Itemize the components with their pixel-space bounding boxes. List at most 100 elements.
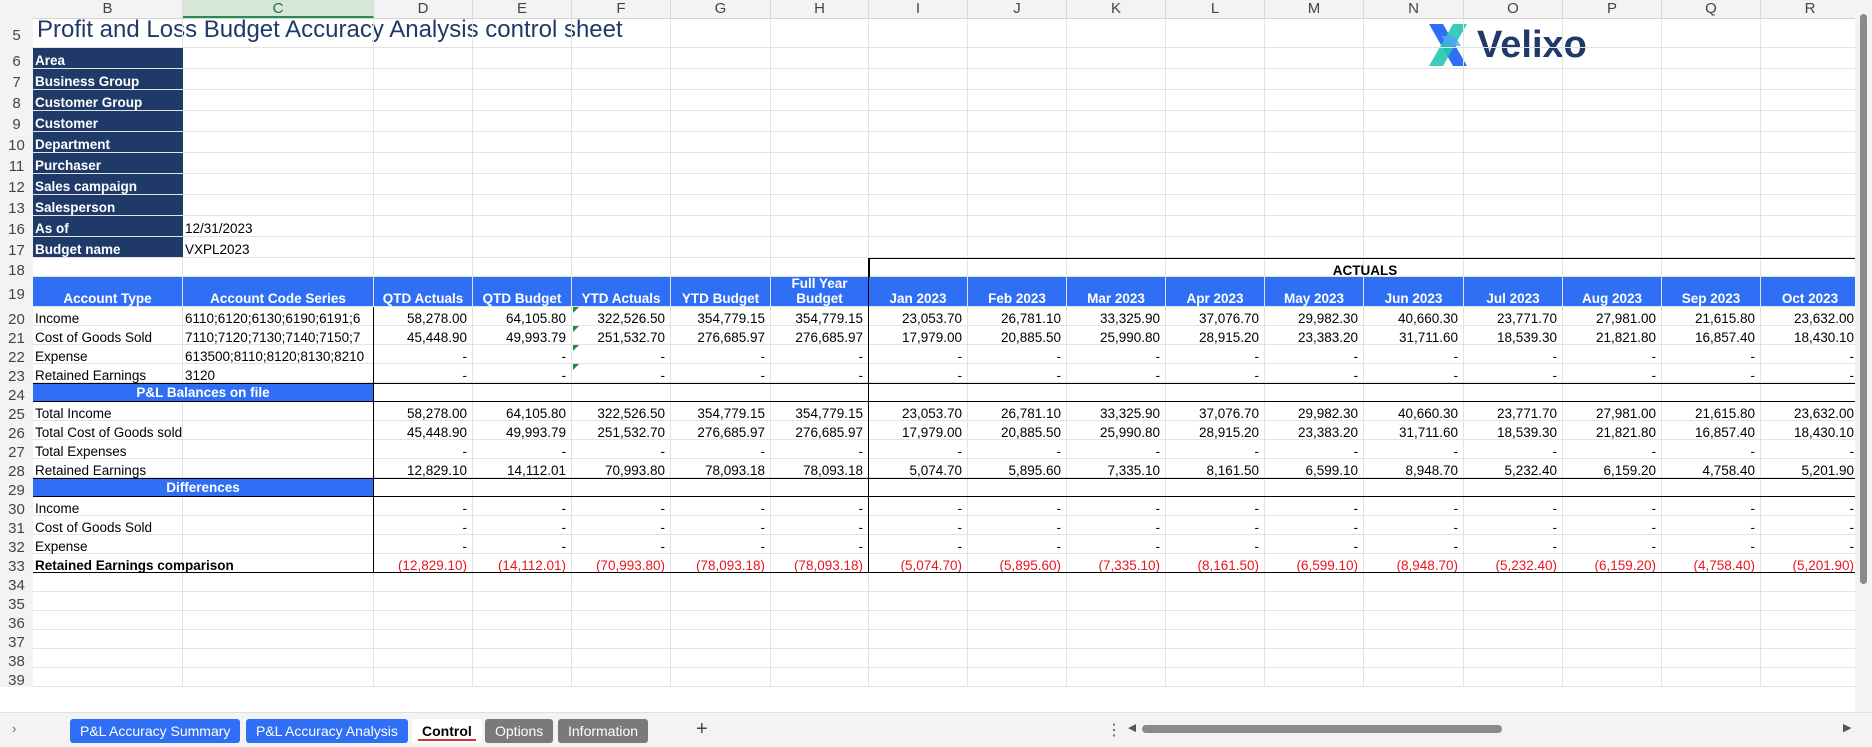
difference-value[interactable]: - xyxy=(1563,497,1662,516)
difference-value[interactable]: - xyxy=(374,516,473,535)
as-of-value[interactable]: 12/31/2023 xyxy=(183,216,374,237)
row-header-18[interactable]: 18 xyxy=(0,258,33,279)
column-header-l[interactable]: L xyxy=(1166,0,1265,18)
account-value[interactable]: - xyxy=(1563,364,1662,383)
difference-value[interactable]: (7,335.10) xyxy=(1067,554,1166,573)
row-header-11[interactable]: 11 xyxy=(0,153,33,175)
difference-value[interactable]: (78,093.18) xyxy=(771,554,869,573)
account-value[interactable]: - xyxy=(1364,364,1464,383)
row-header-17[interactable]: 17 xyxy=(0,237,33,259)
horizontal-scroll-thumb[interactable] xyxy=(1142,725,1502,733)
difference-value[interactable]: - xyxy=(473,497,572,516)
account-value[interactable]: - xyxy=(1265,345,1364,364)
row-header-6[interactable]: 6 xyxy=(0,48,33,70)
sheet-tab-information[interactable]: Information xyxy=(558,719,649,743)
column-header-j[interactable]: J xyxy=(968,0,1067,18)
filter-value-input[interactable] xyxy=(183,69,374,90)
column-header-e[interactable]: E xyxy=(473,0,572,18)
balance-value[interactable]: - xyxy=(1662,440,1761,459)
account-value[interactable]: 21,821.80 xyxy=(1563,326,1662,345)
balance-value[interactable]: 17,979.00 xyxy=(869,421,968,440)
error-indicator-icon[interactable] xyxy=(573,364,579,370)
vertical-scrollbar[interactable] xyxy=(1855,0,1872,712)
account-code-series[interactable]: 3120 xyxy=(183,364,374,383)
difference-value[interactable]: - xyxy=(1761,516,1860,535)
balance-value[interactable]: 8,161.50 xyxy=(1166,459,1265,478)
vertical-scroll-thumb[interactable] xyxy=(1860,14,1867,584)
account-value[interactable]: - xyxy=(1166,364,1265,383)
balance-value[interactable]: 5,232.40 xyxy=(1464,459,1563,478)
column-header-f[interactable]: F xyxy=(572,0,671,18)
balance-value[interactable]: 5,201.90 xyxy=(1761,459,1860,478)
difference-value[interactable]: - xyxy=(1067,497,1166,516)
account-value[interactable]: 37,076.70 xyxy=(1166,307,1265,326)
row-header-21[interactable]: 21 xyxy=(0,326,33,347)
account-value[interactable]: - xyxy=(1067,364,1166,383)
balance-value[interactable]: 5,074.70 xyxy=(869,459,968,478)
balance-value[interactable]: 16,857.40 xyxy=(1662,421,1761,440)
balance-value[interactable]: - xyxy=(1265,440,1364,459)
difference-value[interactable]: - xyxy=(1364,535,1464,554)
difference-value[interactable]: - xyxy=(473,535,572,554)
difference-value[interactable]: - xyxy=(1166,516,1265,535)
balance-value[interactable]: 78,093.18 xyxy=(671,459,771,478)
row-header-29[interactable]: 29 xyxy=(0,478,33,499)
balance-value[interactable]: 5,895.60 xyxy=(968,459,1067,478)
row-header-13[interactable]: 13 xyxy=(0,195,33,217)
row-header-7[interactable]: 7 xyxy=(0,69,33,91)
balance-value[interactable]: 40,660.30 xyxy=(1364,402,1464,421)
balance-value[interactable]: 33,325.90 xyxy=(1067,402,1166,421)
balance-value[interactable]: - xyxy=(374,440,473,459)
account-value[interactable]: 29,982.30 xyxy=(1265,307,1364,326)
balance-value[interactable]: 12,829.10 xyxy=(374,459,473,478)
column-header-m[interactable]: M xyxy=(1265,0,1364,18)
balance-value[interactable]: 4,758.40 xyxy=(1662,459,1761,478)
difference-value[interactable]: - xyxy=(771,497,869,516)
column-header-p[interactable]: P xyxy=(1563,0,1662,18)
difference-value[interactable]: - xyxy=(1761,497,1860,516)
column-header-o[interactable]: O xyxy=(1464,0,1563,18)
balance-value[interactable]: 23,383.20 xyxy=(1265,421,1364,440)
balance-value[interactable]: 64,105.80 xyxy=(473,402,572,421)
difference-value[interactable]: - xyxy=(1364,516,1464,535)
row-header-24[interactable]: 24 xyxy=(0,383,33,404)
column-header-n[interactable]: N xyxy=(1364,0,1464,18)
balance-value[interactable]: - xyxy=(968,440,1067,459)
difference-value[interactable]: (6,599.10) xyxy=(1265,554,1364,573)
difference-value[interactable]: (14,112.01) xyxy=(473,554,572,573)
difference-value[interactable]: - xyxy=(1067,516,1166,535)
account-value[interactable]: 31,711.60 xyxy=(1364,326,1464,345)
error-indicator-icon[interactable] xyxy=(573,326,579,332)
account-value[interactable]: 27,981.00 xyxy=(1563,307,1662,326)
row-header-9[interactable]: 9 xyxy=(0,111,33,133)
column-header-q[interactable]: Q xyxy=(1662,0,1761,18)
account-value[interactable]: - xyxy=(869,364,968,383)
difference-value[interactable]: - xyxy=(473,516,572,535)
account-value[interactable]: 322,526.50 xyxy=(572,307,671,326)
balance-value[interactable]: 6,159.20 xyxy=(1563,459,1662,478)
balance-value[interactable]: - xyxy=(473,440,572,459)
account-value[interactable]: - xyxy=(1662,345,1761,364)
difference-value[interactable]: (70,993.80) xyxy=(572,554,671,573)
account-value[interactable]: 45,448.90 xyxy=(374,326,473,345)
difference-value[interactable]: - xyxy=(1464,535,1563,554)
row-header-28[interactable]: 28 xyxy=(0,459,33,480)
account-value[interactable]: - xyxy=(572,345,671,364)
balance-value[interactable]: - xyxy=(572,440,671,459)
difference-value[interactable]: - xyxy=(1662,516,1761,535)
error-indicator-icon[interactable] xyxy=(573,307,579,313)
sheet-tab-options[interactable]: Options xyxy=(485,719,554,743)
difference-value[interactable]: - xyxy=(771,535,869,554)
difference-value[interactable]: - xyxy=(374,535,473,554)
account-value[interactable]: 28,915.20 xyxy=(1166,326,1265,345)
row-header-23[interactable]: 23 xyxy=(0,364,33,385)
balance-value[interactable]: 14,112.01 xyxy=(473,459,572,478)
difference-value[interactable]: - xyxy=(572,516,671,535)
account-value[interactable]: - xyxy=(1364,345,1464,364)
balance-value[interactable]: 322,526.50 xyxy=(572,402,671,421)
balance-value[interactable]: 49,993.79 xyxy=(473,421,572,440)
balance-value[interactable]: 37,076.70 xyxy=(1166,402,1265,421)
difference-value[interactable]: (8,948.70) xyxy=(1364,554,1464,573)
balance-value[interactable]: 26,781.10 xyxy=(968,402,1067,421)
account-value[interactable]: - xyxy=(1464,345,1563,364)
